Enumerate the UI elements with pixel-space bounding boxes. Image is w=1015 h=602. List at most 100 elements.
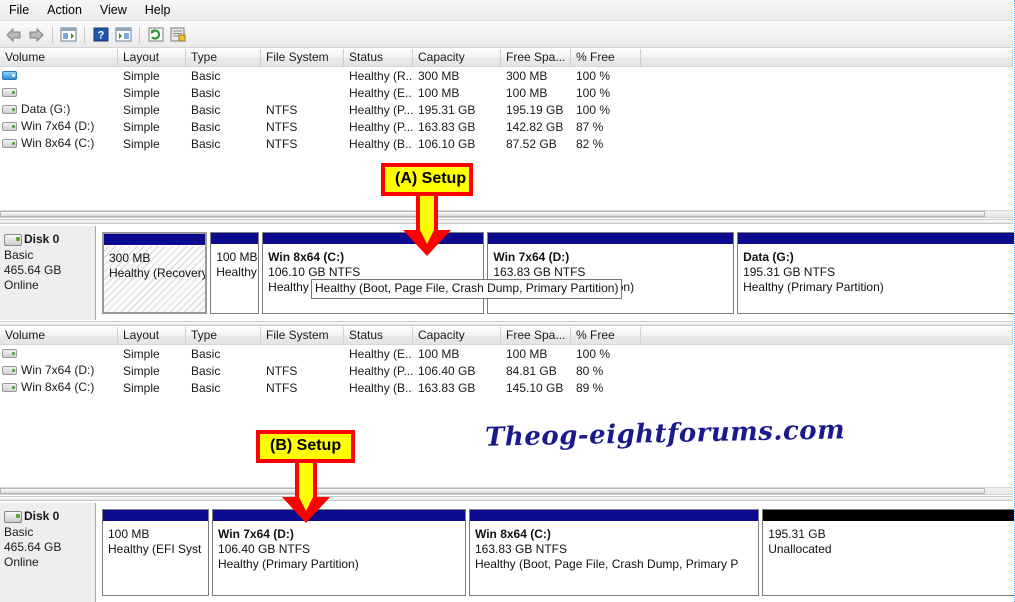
bottom-disk-title: Disk 0 [4,509,95,524]
top-splitter[interactable] [0,219,1013,224]
partition-status-tooltip: Healthy (Boot, Page File, Crash Dump, Pr… [311,279,623,299]
cell-layout: Simple [123,102,160,117]
partition-block[interactable]: 100 MBHealthy (EFI S) [210,232,260,314]
cell-capacity: 106.40 GB [418,363,476,378]
top-volume-list: Volume Layout Type File System Status Capacit… [0,49,1013,210]
bottom-splitter[interactable] [0,496,1013,501]
volume-row[interactable]: Simple Basic Healthy (R... 300 MB 300 MB 100 … [0,67,1013,84]
partition-block[interactable]: 100 MB Healthy (EFI Syst [102,509,210,596]
middle-splitter[interactable] [0,321,1013,326]
partition-status: Healthy (Boot, Page File, Crash Dump, Pr… [474,557,739,571]
partition-body: Data (G:) 195.31 GB NTFS Healthy (Primary … [738,245,1014,313]
column-header-type[interactable]: Type [186,327,261,344]
callout-a-arrowhead [403,230,451,256]
menu-item-file[interactable]: File [0,1,38,20]
partition-block[interactable]: Win 8x64 (C:) 163.83 GB NTFS Healthy (Boot… [468,509,760,596]
cell-fs: NTFS [266,102,298,117]
partition-body: 195.31 GB Unallocated [763,522,1014,595]
bottom-disk-state: Online [4,555,39,569]
show-hide-action-pane-icon[interactable] [112,24,135,46]
partition-size: 300 MB [109,251,151,265]
column-header-volume[interactable]: Volume [0,327,118,344]
volume-label: Win 8x64 (C:) [21,136,95,150]
column-header-type[interactable]: Type [186,49,261,66]
partition-body: Win 8x64 (C:) 163.83 GB NTFS Healthy (Boot… [469,522,759,595]
partition-size: 163.83 GB NTFS [493,265,586,279]
volume-row[interactable]: Simple Basic Healthy (E... 100 MB 100 MB 100 … [0,84,1013,101]
partition-color-bar [488,233,734,245]
column-header-layout[interactable]: Layout [118,49,186,66]
cell-fs: NTFS [266,363,298,378]
help-icon[interactable]: ? [89,24,112,46]
volume-row[interactable]: Simple Basic Healthy (E... 100 MB 100 MB 100 … [0,345,1013,362]
column-header-free[interactable]: Free Spa... [501,49,571,66]
column-header-volume[interactable]: Volume [0,49,118,66]
cell-status: Healthy (R... [349,68,413,83]
cell-pct: 100 % [576,85,611,100]
column-header-pct[interactable]: % Free [571,327,641,344]
cell-capacity: 100 MB [418,346,460,361]
cell-free: 145.10 GB [506,380,564,395]
column-header-status[interactable]: Status [344,49,413,66]
menu-item-action[interactable]: Action [38,1,91,20]
properties-icon[interactable] [167,24,190,46]
column-header-fs[interactable]: File System [261,327,344,344]
cell-layout: Simple [123,119,160,134]
partition-body: 100 MBHealthy (EFI S) [211,245,259,313]
partition-block[interactable]: 195.31 GB Unallocated [762,509,1014,596]
cell-capacity: 300 MB [418,68,460,83]
partition-block[interactable]: Data (G:) 195.31 GB NTFS Healthy (Primary … [737,232,1014,314]
cell-type: Basic [191,380,221,395]
partition-size: 100 MB [108,527,150,541]
column-header-pct[interactable]: % Free [571,49,641,66]
partition-status: Healthy (EFI Syst [108,542,202,556]
volume-row[interactable]: Win 7x64 (D:) Simple Basic NTFS Healthy (P..… [0,362,1013,379]
volume-row[interactable]: Win 7x64 (D:) Simple Basic NTFS Healthy (P..… [0,118,1013,135]
cell-volume: Win 8x64 (C:) [0,136,118,151]
partition-block[interactable]: 300 MB Healthy (Recovery [102,232,208,314]
bottom-partition-map: 100 MB Healthy (EFI Syst Win 7x64 (D:) 106.… [96,503,1014,602]
forward-arrow-icon[interactable] [25,24,48,46]
volume-row[interactable]: Win 8x64 (C:) Simple Basic NTFS Healthy (B..… [0,135,1013,152]
refresh-icon[interactable] [144,24,167,46]
top-list-header: Volume Layout Type File System Status Capacit… [0,49,1013,67]
column-header-capacity[interactable]: Capacity [413,327,501,344]
cell-layout: Simple [123,380,160,395]
column-header-capacity[interactable]: Capacity [413,49,501,66]
svg-text:?: ? [97,30,104,42]
cell-pct: 89 % [576,380,604,395]
bottom-disk-panel: Disk 0 Basic 465.64 GB Online 100 MB Heal… [0,503,1014,602]
bottom-pane-hscrollbar-thumb[interactable] [0,488,985,494]
cell-status: Healthy (P... [349,102,413,117]
menu-item-help[interactable]: Help [136,1,180,20]
cell-volume [0,349,118,358]
cell-status: Healthy (E... [349,346,413,361]
partition-name: Win 8x64 (C:) [474,527,551,541]
callout-b-arrowhead [281,497,330,523]
partition-block[interactable]: Win 7x64 (D:)163.83 GB NTFSHealthy (Prim… [487,232,735,314]
show-hide-console-tree-icon[interactable] [57,24,80,46]
cell-capacity: 100 MB [418,85,460,100]
bottom-pane-hscrollbar[interactable] [0,487,1013,495]
cell-free: 100 MB [506,85,548,100]
cell-capacity: 163.83 GB [418,119,476,134]
column-header-free[interactable]: Free Spa... [501,327,571,344]
partition-color-bar [738,233,1014,245]
back-arrow-icon[interactable] [2,24,25,46]
top-pane-hscrollbar-thumb[interactable] [0,211,985,217]
menu-item-view[interactable]: View [91,1,136,20]
partition-body: 100 MB Healthy (EFI Syst [103,522,209,595]
column-header-status[interactable]: Status [344,327,413,344]
volume-row[interactable]: Win 8x64 (C:) Simple Basic NTFS Healthy (B..… [0,379,1013,396]
cell-type: Basic [191,119,221,134]
bottom-disk-type: Basic [4,525,34,539]
volume-row[interactable]: Data (G:) Simple Basic NTFS Healthy (P... 195… [0,101,1013,118]
column-header-layout[interactable]: Layout [118,327,186,344]
cell-type: Basic [191,85,221,100]
top-pane-hscrollbar[interactable] [0,210,1013,218]
bottom-disk-info[interactable]: Disk 0 Basic 465.64 GB Online [0,503,96,602]
top-disk-info[interactable]: Disk 0 Basic 465.64 GB Online [0,226,96,320]
callout-b-label: (B) Setup [256,430,355,463]
cell-layout: Simple [123,85,160,100]
column-header-fs[interactable]: File System [261,49,344,66]
